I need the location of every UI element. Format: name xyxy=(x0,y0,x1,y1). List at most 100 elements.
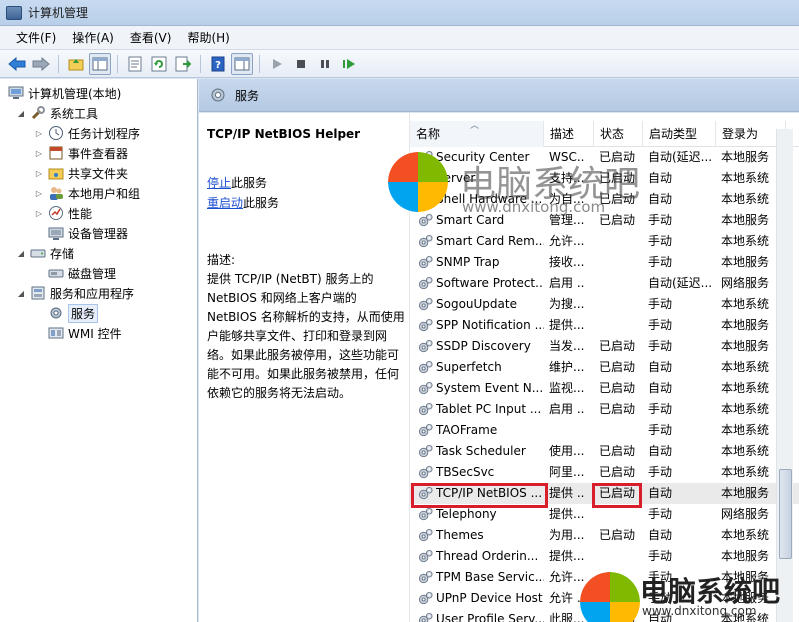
tree-item-storage[interactable]: ◢ 存储 xyxy=(16,243,74,263)
export-icon[interactable] xyxy=(172,53,194,75)
service-status-cell: 已启动 xyxy=(599,402,636,416)
pause-icon[interactable] xyxy=(314,53,336,75)
service-status-cell: 已启动 xyxy=(599,213,636,227)
expand-arrow-icon[interactable]: ▷ xyxy=(34,189,44,198)
service-row[interactable]: SogouUpdate 为搜... 手动 本地系统 xyxy=(410,294,799,315)
show-tree-icon[interactable] xyxy=(89,52,111,75)
service-row[interactable]: SNMP Trap 接收... 手动 本地服务 xyxy=(410,252,799,273)
resume-icon[interactable] xyxy=(338,53,360,75)
service-name-cell: TBSecSvc xyxy=(436,465,495,479)
service-description-cell: 提供... xyxy=(549,507,585,521)
service-details-pane: TCP/IP NetBIOS Helper 停止此服务 重启动此服务 描述: 提… xyxy=(199,113,409,622)
tree-item-performance[interactable]: ▷ 性能 xyxy=(34,203,92,223)
window-titlebar: 计算机管理 xyxy=(0,0,799,26)
service-row[interactable]: TAOFrame 手动 本地系统 xyxy=(410,420,799,441)
properties-icon[interactable] xyxy=(124,53,146,75)
stop-service-link[interactable]: 停止 xyxy=(207,176,231,190)
service-description: 提供 TCP/IP (NetBT) 服务上的 NetBIOS 和网络上客户端的 … xyxy=(207,272,405,400)
panel-title: 服务 xyxy=(235,88,260,103)
expand-arrow-icon[interactable]: ▷ xyxy=(34,149,44,158)
column-name[interactable]: 名称 ︿ xyxy=(410,121,544,147)
service-name-cell: System Event N... xyxy=(436,381,544,395)
column-startup-type[interactable]: 启动类型 xyxy=(643,121,716,147)
service-name-cell: SogouUpdate xyxy=(436,297,517,311)
back-icon[interactable] xyxy=(6,53,28,75)
column-description[interactable]: 描述 xyxy=(544,121,594,147)
action-pane-icon[interactable] xyxy=(231,52,253,75)
service-description-cell: 使用... xyxy=(549,444,585,458)
service-startup-type-cell: 自动(延迟... xyxy=(648,150,713,164)
column-status[interactable]: 状态 xyxy=(594,121,643,147)
expand-arrow-icon[interactable]: ▷ xyxy=(34,169,44,178)
service-gear-icon xyxy=(418,318,433,333)
window-title: 计算机管理 xyxy=(28,6,89,20)
collapse-arrow-icon[interactable]: ◢ xyxy=(16,249,26,258)
tree-item-disk-management[interactable]: 磁盘管理 xyxy=(48,263,116,283)
event-viewer-icon xyxy=(48,145,64,161)
service-row[interactable]: SPP Notification ... 提供... 手动 本地服务 xyxy=(410,315,799,336)
toolbar: ? xyxy=(0,50,799,78)
scrollbar-thumb[interactable] xyxy=(779,469,792,559)
service-name-cell: Superfetch xyxy=(436,360,502,374)
tree-item-task-scheduler[interactable]: ▷ 任务计划程序 xyxy=(34,123,140,143)
service-status-cell: 已启动 xyxy=(599,465,636,479)
service-description-cell: 允许... xyxy=(549,234,585,248)
service-startup-type-cell: 自动 xyxy=(648,486,673,500)
tree-item-shared-folders[interactable]: ▷ 共享文件夹 xyxy=(34,163,128,183)
menu-action[interactable]: 操作(A) xyxy=(64,27,122,49)
expand-arrow-icon[interactable]: ▷ xyxy=(34,209,44,218)
service-startup-type-cell: 手动 xyxy=(648,465,673,479)
menu-view[interactable]: 查看(V) xyxy=(122,27,180,49)
expand-arrow-icon[interactable]: ▷ xyxy=(34,129,44,138)
tree-item-event-viewer[interactable]: ▷ 事件查看器 xyxy=(34,143,128,163)
service-startup-type-cell: 手动 xyxy=(648,507,673,521)
tree-item-services-applications[interactable]: ◢ 服务和应用程序 xyxy=(16,283,134,303)
vertical-scrollbar[interactable] xyxy=(776,129,793,622)
stop-icon[interactable] xyxy=(290,53,312,75)
help-icon[interactable]: ? xyxy=(207,53,229,75)
system-tools-icon xyxy=(30,105,46,121)
computer-management-icon xyxy=(6,5,22,20)
service-gear-icon xyxy=(418,213,433,228)
service-gear-icon xyxy=(418,612,433,622)
service-row[interactable]: TBSecSvc 阿里... 已启动 手动 本地系统 xyxy=(410,462,799,483)
service-startup-type-cell: 手动 xyxy=(648,423,673,437)
refresh-icon[interactable] xyxy=(148,53,170,75)
tree-item-system-tools[interactable]: ◢ 系统工具 xyxy=(16,103,98,123)
forward-icon[interactable] xyxy=(30,53,52,75)
wmi-icon xyxy=(48,325,64,341)
tree-item-wmi-control[interactable]: WMI 控件 xyxy=(48,323,122,343)
tree-item-computer-management[interactable]: 计算机管理(本地) xyxy=(8,83,121,103)
service-status-cell xyxy=(599,420,643,441)
menu-help[interactable]: 帮助(H) xyxy=(179,27,237,49)
menu-file[interactable]: 文件(F) xyxy=(8,27,64,49)
tree-item-local-users-groups[interactable]: ▷ 本地用户和组 xyxy=(34,183,140,203)
service-status-cell: 已启动 xyxy=(599,444,636,458)
service-startup-type-cell: 手动 xyxy=(648,213,673,227)
collapse-arrow-icon[interactable]: ◢ xyxy=(16,109,26,118)
tree-item-services[interactable]: 服务 xyxy=(48,303,99,323)
service-row[interactable]: Themes 为用... 已启动 自动 本地系统 xyxy=(410,525,799,546)
service-row[interactable]: Tablet PC Input ... 启用 ... 已启动 手动 本地系统 xyxy=(410,399,799,420)
service-row[interactable]: SSDP Discovery 当发... 已启动 手动 本地服务 xyxy=(410,336,799,357)
users-groups-icon xyxy=(48,185,64,201)
service-description-cell: 提供 ... xyxy=(549,486,585,500)
restart-service-row: 重启动此服务 xyxy=(207,193,401,213)
service-row[interactable]: Smart Card Rem... 允许... 手动 本地系统 xyxy=(410,231,799,252)
service-row[interactable]: Thread Orderin... 提供... 手动 本地服务 xyxy=(410,546,799,567)
service-gear-icon xyxy=(418,381,433,396)
service-row[interactable]: System Event N... 监视... 已启动 自动 本地系统 xyxy=(410,378,799,399)
service-description-cell: 提供... xyxy=(549,549,585,563)
up-folder-icon[interactable] xyxy=(65,53,87,75)
collapse-arrow-icon[interactable]: ◢ xyxy=(16,289,26,298)
play-icon[interactable] xyxy=(266,53,288,75)
service-row[interactable]: Superfetch 维护... 已启动 自动 本地系统 xyxy=(410,357,799,378)
service-row[interactable]: Software Protect... 启用 ... 自动(延迟... 网络服务 xyxy=(410,273,799,294)
restart-service-link[interactable]: 重启动 xyxy=(207,196,243,210)
service-row[interactable]: Task Scheduler 使用... 已启动 自动 本地系统 xyxy=(410,441,799,462)
service-gear-icon xyxy=(418,444,433,459)
service-name-cell: TAOFrame xyxy=(436,423,498,437)
tree-item-device-manager[interactable]: 设备管理器 xyxy=(48,223,128,243)
service-gear-icon xyxy=(418,507,433,522)
service-status-cell xyxy=(599,294,643,315)
